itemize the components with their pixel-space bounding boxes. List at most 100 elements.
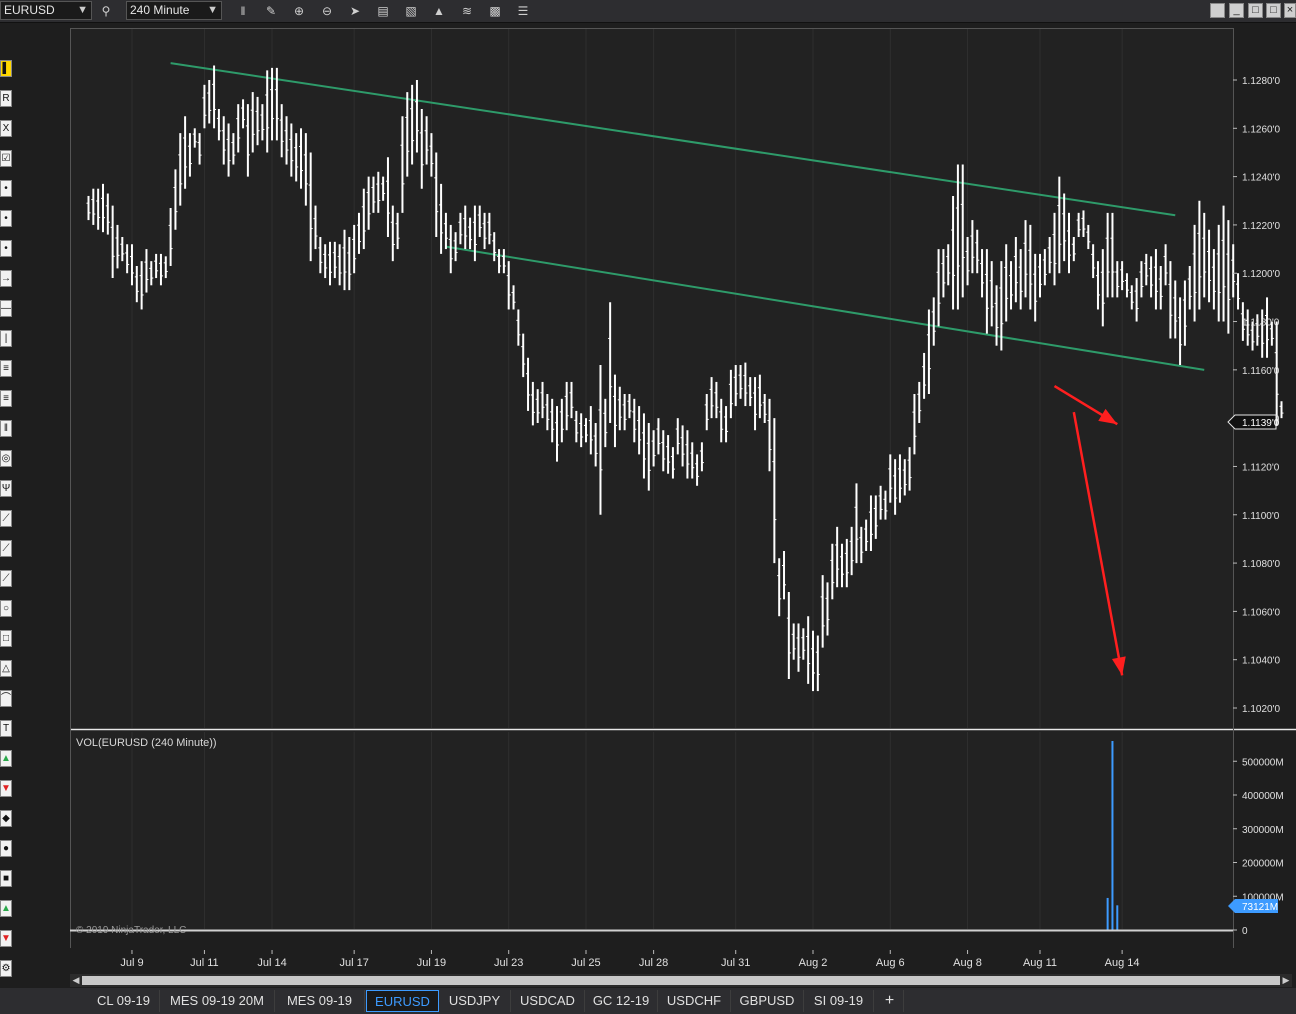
dot-icon[interactable]: ●: [0, 840, 12, 857]
chart-canvas[interactable]: 1.1280'0 1.1260'0 1.1240'0 1.1220'0 1.1200'0…: [70, 28, 1296, 973]
gann-fan-icon[interactable]: ⟋: [0, 510, 12, 527]
square-icon[interactable]: ■: [0, 870, 12, 887]
rectangle-tool-icon[interactable]: □: [0, 630, 12, 647]
instrument-selector[interactable]: EURUSD ▼: [0, 1, 92, 20]
tab-gbpusd[interactable]: GBPUSD: [731, 990, 804, 1012]
triangle-up-icon[interactable]: ▲: [0, 900, 12, 917]
marker-tool-icon[interactable]: ▌: [0, 60, 12, 77]
close-window-icon[interactable]: ×: [1284, 3, 1296, 18]
instrument-tab-bar: CL 09-19 MES 09-19 20M MES 09-19 EURUSD …: [0, 988, 1296, 1014]
price-chart[interactable]: 1.1280'0 1.1260'0 1.1240'0 1.1220'0 1.1200'0…: [70, 28, 1296, 973]
volume-tick-label: 400000M: [1242, 791, 1284, 802]
tab-usdcad[interactable]: USDCAD: [511, 990, 585, 1012]
time-tick-label: Jul 23: [494, 957, 523, 969]
tab-mes-09-19[interactable]: MES 09-19: [275, 990, 365, 1012]
zoom-out-icon[interactable]: ⊖: [318, 2, 336, 20]
templates-icon[interactable]: ▩: [486, 2, 504, 20]
fib-extension-icon[interactable]: ≡: [0, 390, 12, 407]
tab-usdchf[interactable]: USDCHF: [658, 990, 731, 1012]
time-tick-label: Jul 25: [571, 957, 600, 969]
maximize-window-icon[interactable]: □: [1266, 3, 1281, 18]
volume-tick-label: 200000M: [1242, 859, 1284, 870]
price-tick-label: 1.1160'0: [1242, 366, 1280, 377]
data-box-icon[interactable]: ▤: [374, 2, 392, 20]
tab-mes-09-19-20m[interactable]: MES 09-19 20M: [160, 990, 275, 1012]
price-tick-label: 1.1060'0: [1242, 607, 1280, 618]
volume-tick-label: 0: [1242, 926, 1248, 937]
arrow-down-icon[interactable]: ▼: [0, 780, 12, 797]
last-volume-marker: 73121M: [1228, 899, 1278, 913]
tab-usdjpy[interactable]: USDJPY: [439, 990, 511, 1012]
tab-label: EURUSD: [375, 994, 430, 1009]
strategies-icon[interactable]: ≋: [458, 2, 476, 20]
time-tick-label: Aug 14: [1105, 957, 1140, 969]
tab-cl-09-19[interactable]: CL 09-19: [88, 990, 160, 1012]
extended-line-icon[interactable]: •: [0, 240, 12, 257]
volume-tick-label: 300000M: [1242, 825, 1284, 836]
region-tool-icon[interactable]: ☑: [0, 150, 12, 167]
price-tick-label: 1.1280'0: [1242, 76, 1280, 87]
tab-label: GBPUSD: [739, 993, 795, 1008]
zoom-in-icon[interactable]: ⊕: [290, 2, 308, 20]
text-tool-icon[interactable]: T: [0, 720, 12, 737]
volume-tick-label: 500000M: [1242, 757, 1284, 768]
arrow-line-icon[interactable]: →: [0, 270, 12, 287]
price-panel: [70, 28, 1233, 728]
tab-eurusd[interactable]: EURUSD: [366, 990, 439, 1012]
ruler-tool-icon[interactable]: R: [0, 90, 12, 107]
price-tick-label: 1.1100'0: [1242, 511, 1280, 522]
pointer-icon[interactable]: ➤: [346, 2, 364, 20]
minimize-window-icon[interactable]: _: [1229, 3, 1244, 18]
add-tab-button[interactable]: +: [876, 990, 904, 1012]
tab-label: MES 09-19 20M: [170, 993, 264, 1008]
instrument-value: EURUSD: [4, 3, 55, 17]
andrews-pitchfork-icon[interactable]: Ψ: [0, 480, 12, 497]
last-price-marker: 1.1139'0: [1227, 414, 1280, 430]
add-tab-label: +: [884, 992, 895, 1009]
horizontal-line-icon[interactable]: —: [0, 300, 12, 317]
bars-type-icon[interactable]: ‖: [234, 2, 252, 20]
draw-icon[interactable]: ✎: [262, 2, 280, 20]
tile-window-icon[interactable]: [1210, 3, 1225, 18]
restore-window-icon[interactable]: □: [1248, 3, 1263, 18]
price-tick-label: 1.1180'0: [1242, 318, 1280, 329]
arc-tool-icon[interactable]: ⌒: [0, 690, 12, 707]
vertical-line-icon[interactable]: |: [0, 330, 12, 347]
search-icon[interactable]: ⚲: [97, 2, 115, 20]
scroll-thumb[interactable]: [82, 976, 1280, 985]
tab-label: USDJPY: [448, 993, 501, 1008]
risk-reward-tool-icon[interactable]: X: [0, 120, 12, 137]
settings-tool-icon[interactable]: ⚙: [0, 960, 12, 977]
tab-si-09-19[interactable]: SI 09-19: [804, 990, 874, 1012]
fib-retracement-icon[interactable]: ≡: [0, 360, 12, 377]
chart-toolbar: EURUSD ▼ ⚲ 240 Minute ▼ ‖ ✎ ⊕ ⊖ ➤ ▤ ▧ ▲ …: [0, 0, 1296, 23]
ellipse-tool-icon[interactable]: ○: [0, 600, 12, 617]
arrow-up-icon[interactable]: ▲: [0, 750, 12, 767]
indicators-icon[interactable]: ▲: [430, 2, 448, 20]
scroll-right-icon[interactable]: ▶: [1280, 974, 1292, 987]
fib-circle-icon[interactable]: ◎: [0, 450, 12, 467]
time-tick-label: Aug 2: [799, 957, 828, 969]
triangle-tool-icon[interactable]: △: [0, 660, 12, 677]
line-tool-icon[interactable]: •: [0, 180, 12, 197]
price-tick-label: 1.1260'0: [1242, 124, 1280, 135]
tab-gc-12-19[interactable]: GC 12-19: [585, 990, 658, 1012]
grid-icon[interactable]: ☰: [514, 2, 532, 20]
triangle-down-icon[interactable]: ▼: [0, 930, 12, 947]
scroll-left-icon[interactable]: ◀: [70, 974, 82, 987]
last-volume-label: 73121M: [1242, 902, 1278, 913]
price-tick-label: 1.1080'0: [1242, 559, 1280, 570]
properties-icon[interactable]: ▧: [402, 2, 420, 20]
time-tick-label: Aug 6: [876, 957, 905, 969]
time-tick-label: Aug 11: [1023, 957, 1057, 969]
trend-channel-icon[interactable]: ⟋: [0, 570, 12, 587]
last-price-label: 1.1139'0: [1242, 418, 1280, 429]
diamond-icon[interactable]: ◆: [0, 810, 12, 827]
time-tick-label: Jul 31: [721, 957, 750, 969]
ray-tool-icon[interactable]: •: [0, 210, 12, 227]
interval-value: 240 Minute: [130, 3, 190, 17]
horizontal-scrollbar[interactable]: ◀ ▶: [70, 974, 1292, 987]
fib-time-icon[interactable]: ‖: [0, 420, 12, 437]
regression-channel-icon[interactable]: ⟋: [0, 540, 12, 557]
interval-selector[interactable]: 240 Minute ▼: [126, 1, 222, 20]
